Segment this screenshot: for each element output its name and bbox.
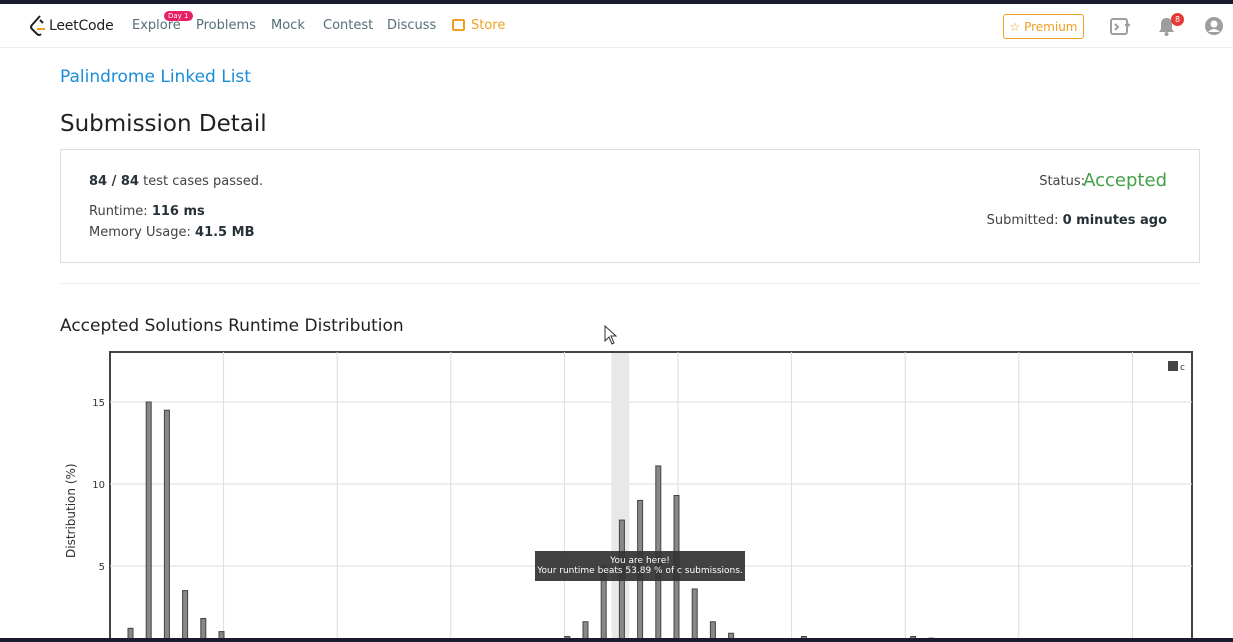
tooltip-line1: You are here! <box>610 556 670 566</box>
runtime-distribution-chart: 5 10 15 c <box>92 351 1193 642</box>
legend-swatch <box>1168 361 1178 371</box>
bar <box>691 588 698 642</box>
plot-frame <box>109 351 1193 642</box>
mouse-cursor-icon <box>604 325 618 345</box>
tooltip-line2: Your runtime beats 53.89 % of c submissi… <box>537 566 743 576</box>
bar <box>145 401 152 642</box>
y-tick-label: 5 <box>99 562 105 573</box>
y-tick-label: 15 <box>92 398 105 409</box>
legend-label: c <box>1180 363 1185 373</box>
bar <box>182 590 189 642</box>
bottom-strip <box>0 638 1233 642</box>
bar <box>618 519 625 642</box>
y-axis-label: Distribution (%) <box>64 463 78 558</box>
runtime-tooltip: You are here! Your runtime beats 53.89 %… <box>535 551 745 581</box>
bar <box>163 409 170 642</box>
y-tick-label: 10 <box>92 480 105 491</box>
